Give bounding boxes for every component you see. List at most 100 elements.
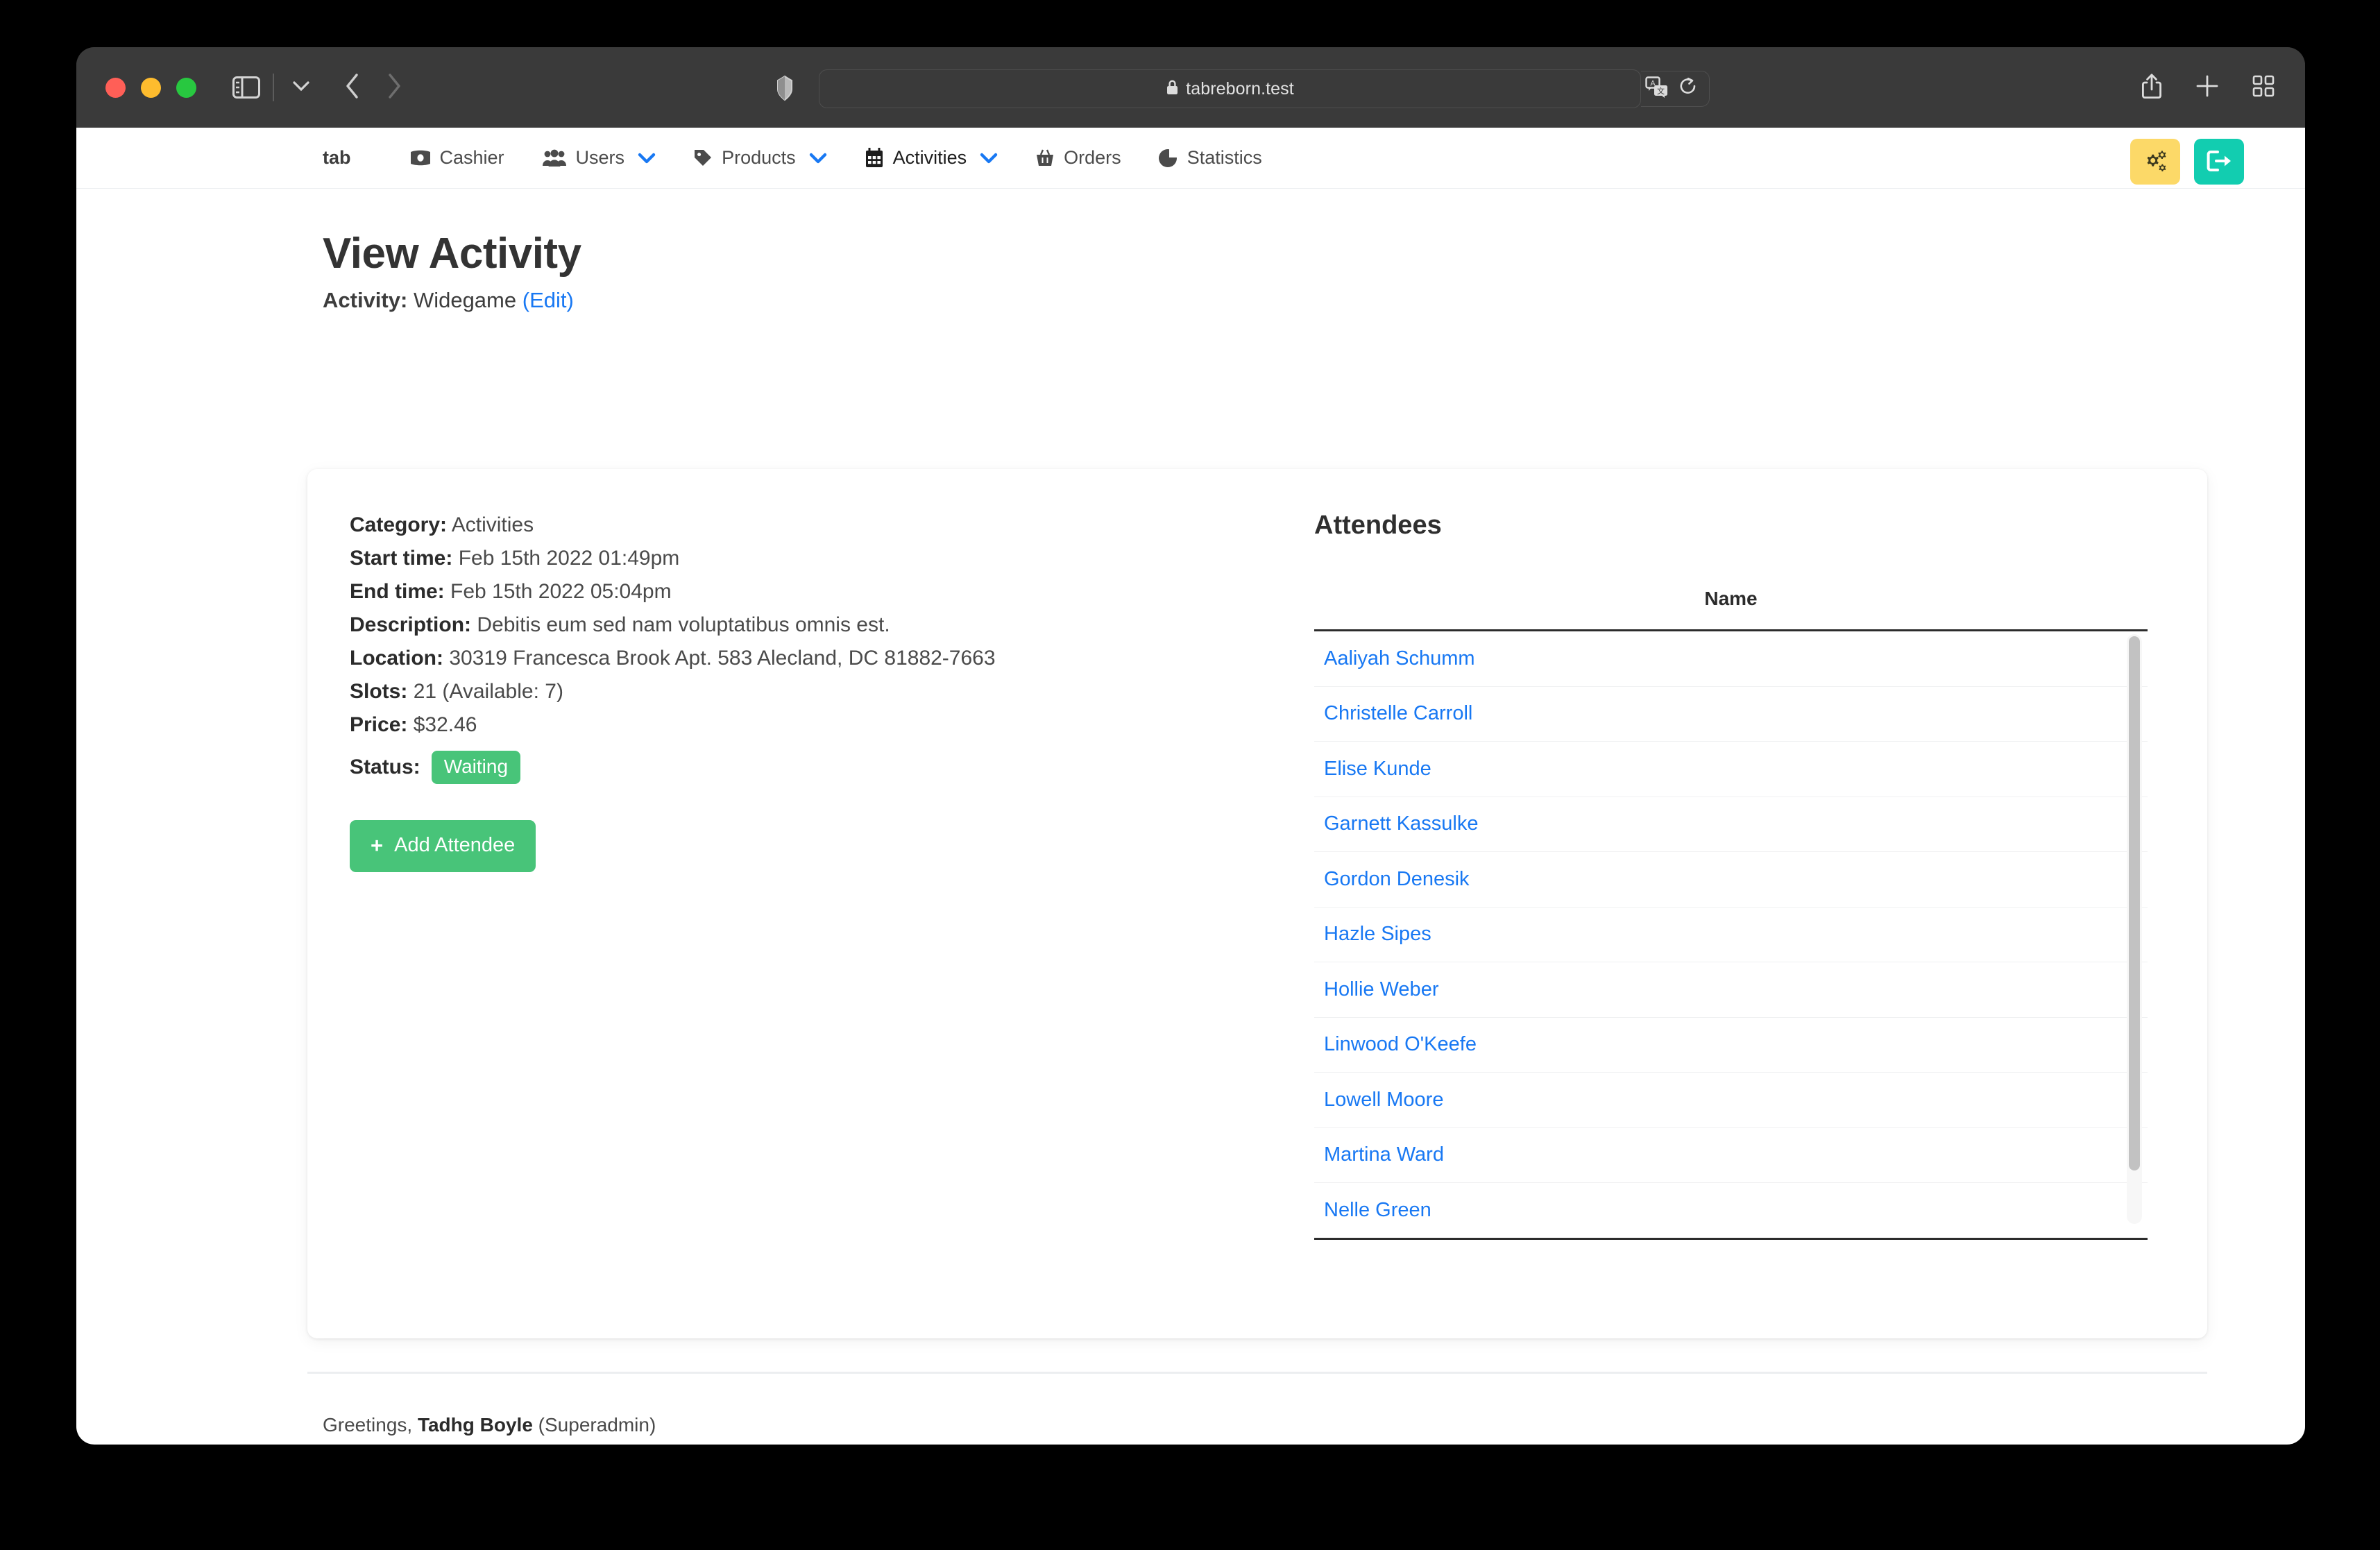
- chevron-down-icon[interactable]: [638, 152, 656, 164]
- edit-activity-link[interactable]: (Edit): [522, 288, 574, 312]
- detail-label: Price:: [350, 713, 407, 736]
- table-row[interactable]: Hollie Weber: [1314, 962, 2148, 1018]
- page-heading: View Activity Activity: Widegame (Edit): [76, 189, 2305, 313]
- attendee-link[interactable]: Elise Kunde: [1324, 758, 1431, 781]
- detail-value: 21 (Available: 7): [414, 680, 563, 703]
- cash-register-icon: [410, 149, 431, 167]
- add-attendee-button[interactable]: + Add Attendee: [350, 820, 536, 872]
- close-window-button[interactable]: [105, 78, 126, 98]
- attendee-link[interactable]: Aaliyah Schumm: [1324, 647, 1475, 670]
- detail-start-time: Start time: Feb 15th 2022 01:49pm: [350, 548, 1275, 569]
- page-subtitle: Activity: Widegame (Edit): [323, 288, 2305, 313]
- table-row[interactable]: Elise Kunde: [1314, 742, 2148, 797]
- basket-icon: [1035, 148, 1055, 168]
- address-bar-area: tabreborn.test: [819, 69, 1641, 108]
- attendee-link[interactable]: Hazle Sipes: [1324, 923, 1431, 946]
- nav-item-cashier[interactable]: Cashier: [391, 147, 523, 169]
- attendee-link[interactable]: Christelle Carroll: [1324, 702, 1472, 725]
- logout-icon: [2206, 150, 2232, 174]
- detail-status: Status: Waiting: [350, 751, 1275, 784]
- activity-details: Category: Activities Start time: Feb 15t…: [307, 469, 1275, 1338]
- toolbar-right-buttons: [2141, 47, 2275, 128]
- tag-icon: [693, 148, 713, 168]
- attendees-column-header: Name: [1314, 588, 2148, 631]
- nav-item-users[interactable]: Users: [523, 147, 675, 169]
- attendee-link[interactable]: Nelle Green: [1324, 1199, 1431, 1222]
- table-row[interactable]: Aaliyah Schumm: [1314, 631, 2148, 687]
- maximize-window-button[interactable]: [176, 78, 196, 98]
- attendee-link[interactable]: Hollie Weber: [1324, 978, 1438, 1001]
- attendees-title: Attendees: [1314, 511, 2148, 540]
- logout-button[interactable]: [2194, 139, 2244, 185]
- gears-icon: [2143, 149, 2168, 175]
- table-row[interactable]: Garnett Kassulke: [1314, 797, 2148, 853]
- new-tab-plus-icon[interactable]: [2195, 74, 2219, 101]
- page-title: View Activity: [323, 229, 2305, 278]
- table-row[interactable]: Christelle Carroll: [1314, 687, 2148, 742]
- table-row[interactable]: Nelle Green: [1314, 1183, 2148, 1228]
- detail-end-time: End time: Feb 15th 2022 05:04pm: [350, 581, 1275, 602]
- detail-category: Category: Activities: [350, 515, 1275, 536]
- attendees-scrollbar-thumb[interactable]: [2129, 636, 2140, 1170]
- table-row[interactable]: Hazle Sipes: [1314, 908, 2148, 963]
- add-attendee-label: Add Attendee: [394, 834, 515, 857]
- attendee-link[interactable]: Gordon Denesik: [1324, 868, 1470, 891]
- nav-items: Cashier Users: [391, 147, 1281, 169]
- attendee-link[interactable]: Lowell Moore: [1324, 1089, 1443, 1112]
- address-bar[interactable]: tabreborn.test: [819, 69, 1641, 108]
- detail-description: Description: Debitis eum sed nam volupta…: [350, 615, 1275, 636]
- table-row[interactable]: Martina Ward: [1314, 1128, 2148, 1184]
- attendees-panel: Attendees Name Aaliyah Schumm Christelle…: [1275, 469, 2207, 1338]
- reload-icon[interactable]: [1678, 77, 1698, 101]
- forward-arrow-icon[interactable]: [386, 73, 402, 103]
- status-badge: Waiting: [432, 751, 520, 784]
- table-row[interactable]: Linwood O'Keefe: [1314, 1018, 2148, 1073]
- detail-label: Slots:: [350, 680, 407, 703]
- lock-icon: [1166, 79, 1179, 99]
- chevron-down-icon[interactable]: [809, 152, 827, 164]
- attendee-link[interactable]: Garnett Kassulke: [1324, 812, 1478, 835]
- subtitle-label: Activity:: [323, 288, 407, 312]
- translate-icon[interactable]: A 文: [1645, 76, 1669, 102]
- sidebar-toggle-icon[interactable]: [232, 76, 260, 99]
- navigation-arrows: [345, 73, 402, 103]
- nav-item-statistics[interactable]: Statistics: [1140, 147, 1281, 169]
- chevron-down-icon[interactable]: [980, 152, 998, 164]
- nav-item-orders[interactable]: Orders: [1017, 147, 1140, 169]
- detail-label: Description:: [350, 613, 471, 636]
- attendee-link[interactable]: Linwood O'Keefe: [1324, 1033, 1477, 1056]
- detail-value: Debitis eum sed nam voluptatibus omnis e…: [477, 613, 890, 636]
- pie-chart-icon: [1159, 148, 1178, 168]
- nav-label-orders: Orders: [1064, 147, 1121, 169]
- table-row[interactable]: Gordon Denesik: [1314, 852, 2148, 908]
- share-icon[interactable]: [2141, 73, 2162, 103]
- detail-value: Activities: [452, 513, 534, 536]
- footer-user-name: Tadhg Boyle: [418, 1414, 533, 1436]
- table-row[interactable]: Lowell Moore: [1314, 1073, 2148, 1128]
- nav-item-products[interactable]: Products: [674, 147, 846, 169]
- detail-value: $32.46: [414, 713, 477, 736]
- nav-item-activities[interactable]: Activities: [846, 147, 1017, 169]
- users-group-icon: [542, 149, 567, 167]
- privacy-shield-icon[interactable]: [776, 75, 794, 105]
- app-navbar: tab Cashier: [76, 128, 2305, 189]
- minimize-window-button[interactable]: [141, 78, 161, 98]
- detail-label: Location:: [350, 647, 443, 670]
- detail-price: Price: $32.46: [350, 715, 1275, 735]
- settings-button[interactable]: [2130, 139, 2180, 185]
- detail-label: Start time:: [350, 547, 452, 570]
- attendees-table-body: Aaliyah Schumm Christelle Carroll Elise …: [1314, 631, 2148, 1228]
- back-arrow-icon[interactable]: [345, 73, 360, 103]
- detail-value: Feb 15th 2022 01:49pm: [459, 547, 680, 570]
- brand-logo[interactable]: tab: [323, 147, 351, 169]
- attendees-scrollbar-track[interactable]: [2127, 634, 2142, 1224]
- tab-overview-icon[interactable]: [2252, 75, 2275, 101]
- footer-divider: [307, 1372, 2207, 1374]
- nav-label-statistics: Statistics: [1187, 147, 1262, 169]
- detail-label: Category:: [350, 513, 447, 536]
- footer-user-role: (Superadmin): [538, 1414, 656, 1436]
- calendar-icon: [865, 148, 884, 169]
- attendee-link[interactable]: Martina Ward: [1324, 1143, 1444, 1166]
- chevron-down-icon[interactable]: [287, 78, 316, 98]
- nav-label-users: Users: [576, 147, 625, 169]
